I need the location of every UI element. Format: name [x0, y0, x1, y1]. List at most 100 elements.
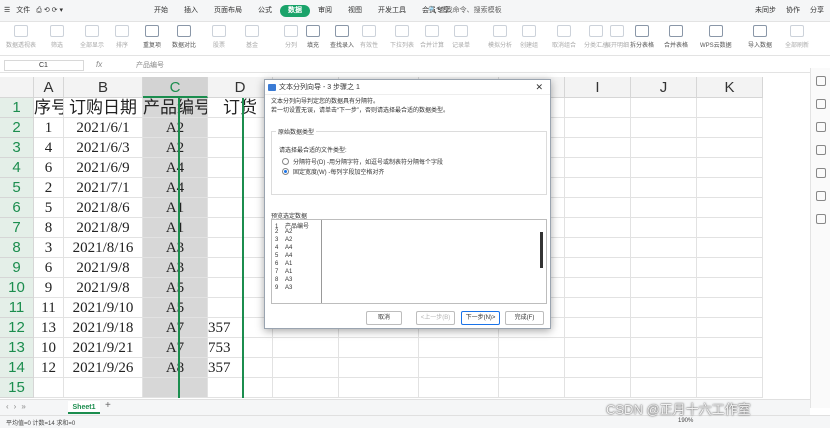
cell[interactable] — [697, 98, 763, 118]
cell[interactable]: 2021/6/9 — [64, 158, 143, 178]
ribbon-button-16[interactable]: 创建组 — [520, 25, 538, 49]
cell[interactable] — [631, 138, 697, 158]
cell[interactable]: 2021/8/9 — [64, 218, 143, 238]
ribbon-button-12[interactable]: 下拉列表 — [390, 25, 414, 49]
side-tool-icon[interactable] — [815, 122, 826, 132]
cell[interactable] — [64, 378, 143, 398]
cell[interactable]: 4 — [34, 138, 64, 158]
row-header-4[interactable]: 4 — [0, 158, 34, 178]
cell[interactable] — [697, 218, 763, 238]
ribbon-button-9[interactable]: 填充 — [306, 25, 320, 49]
cell[interactable] — [697, 138, 763, 158]
cell[interactable]: 1 — [34, 118, 64, 138]
cell[interactable]: 2021/7/1 — [64, 178, 143, 198]
row-header-15[interactable]: 15 — [0, 378, 34, 398]
cell[interactable] — [565, 158, 631, 178]
cell[interactable] — [631, 198, 697, 218]
cell[interactable] — [565, 178, 631, 198]
file-menu[interactable]: 文件 — [16, 5, 30, 15]
ribbon-button-5[interactable]: 数据对比 — [172, 25, 196, 49]
sheet-nav-arrows[interactable]: ‹›» — [6, 402, 31, 411]
cell[interactable] — [631, 258, 697, 278]
ribbon-button-24[interactable]: 全部刷新 — [785, 25, 809, 49]
ribbon-button-8[interactable]: 分列 — [284, 25, 298, 49]
cell[interactable]: 2021/8/6 — [64, 198, 143, 218]
cell[interactable] — [631, 218, 697, 238]
cell[interactable] — [631, 278, 697, 298]
side-tool-icon[interactable] — [815, 145, 826, 155]
cell[interactable] — [499, 358, 565, 378]
ribbon-button-10[interactable]: 查找录入 — [330, 25, 354, 49]
ribbon-button-1[interactable]: 筛选 — [50, 25, 64, 49]
cell[interactable] — [565, 118, 631, 138]
cell[interactable] — [631, 238, 697, 258]
cell[interactable]: 9 — [34, 278, 64, 298]
data-preview[interactable]: 1 产品编号 2 A2 3 A2 4 A4 5 A4 6 A1 7 A1 8 A3 9 A3 — [271, 219, 547, 304]
side-tool-icon[interactable] — [815, 214, 826, 224]
cell[interactable] — [631, 318, 697, 338]
row-header-3[interactable]: 3 — [0, 138, 34, 158]
cell[interactable]: 3 — [34, 238, 64, 258]
cell[interactable]: 订购日期 — [64, 98, 143, 118]
cell[interactable]: 2021/9/21 — [64, 338, 143, 358]
cell[interactable]: A5 — [143, 298, 208, 318]
cell[interactable] — [631, 98, 697, 118]
cell[interactable] — [565, 258, 631, 278]
ribbon-button-17[interactable]: 取消组合 — [552, 25, 576, 49]
cell[interactable]: A2 — [143, 138, 208, 158]
cell[interactable] — [565, 338, 631, 358]
cell[interactable]: 6 — [34, 258, 64, 278]
cell[interactable]: A3 — [143, 238, 208, 258]
cell[interactable]: 11 — [34, 298, 64, 318]
share-button[interactable]: 分享 — [810, 5, 824, 15]
cell[interactable] — [273, 378, 339, 398]
cell[interactable] — [697, 178, 763, 198]
cell[interactable] — [631, 118, 697, 138]
cell[interactable] — [273, 358, 339, 378]
column-header-C[interactable]: C — [143, 77, 208, 98]
cell[interactable]: 2021/9/26 — [64, 358, 143, 378]
cell[interactable] — [565, 298, 631, 318]
cell[interactable] — [565, 98, 631, 118]
cell[interactable] — [499, 338, 565, 358]
side-tool-icon[interactable] — [815, 99, 826, 109]
ribbon-button-15[interactable]: 模拟分析 — [488, 25, 512, 49]
tab-6[interactable]: 视图 — [340, 5, 370, 17]
cell[interactable]: A4 — [143, 178, 208, 198]
cell[interactable]: A1 — [143, 198, 208, 218]
ribbon-button-11[interactable]: 有效性 — [360, 25, 378, 49]
cell[interactable] — [697, 158, 763, 178]
row-header-1[interactable]: 1 — [0, 98, 34, 118]
radio-circle[interactable] — [282, 158, 289, 165]
back-button[interactable]: <上一步(B) — [416, 311, 455, 325]
row-header-6[interactable]: 6 — [0, 198, 34, 218]
cell[interactable] — [565, 238, 631, 258]
cell[interactable] — [565, 198, 631, 218]
cell[interactable]: 357 — [208, 358, 273, 378]
sheet-tab[interactable]: Sheet1 — [68, 401, 100, 414]
column-header-J[interactable]: J — [631, 77, 697, 98]
cell[interactable] — [697, 198, 763, 218]
cell[interactable]: 5 — [34, 198, 64, 218]
tab-7[interactable]: 开发工具 — [370, 5, 414, 17]
cell[interactable]: 6 — [34, 158, 64, 178]
cell[interactable] — [697, 238, 763, 258]
sync-status[interactable]: 未同步 — [755, 5, 776, 15]
row-header-8[interactable]: 8 — [0, 238, 34, 258]
cell[interactable] — [208, 378, 273, 398]
cell[interactable] — [697, 258, 763, 278]
cell[interactable]: A5 — [143, 278, 208, 298]
cell[interactable]: 2021/9/8 — [64, 278, 143, 298]
cell[interactable]: 2021/9/8 — [64, 258, 143, 278]
cell[interactable] — [697, 378, 763, 398]
cell[interactable] — [631, 378, 697, 398]
zoom-level[interactable]: 190% — [678, 418, 693, 424]
row-header-9[interactable]: 9 — [0, 258, 34, 278]
column-header-A[interactable]: A — [34, 77, 64, 98]
cell[interactable]: 8 — [34, 218, 64, 238]
cell[interactable]: 序号 — [34, 98, 64, 118]
cell[interactable] — [565, 218, 631, 238]
cell[interactable] — [631, 158, 697, 178]
cell[interactable] — [631, 298, 697, 318]
add-sheet-icon[interactable]: + — [105, 400, 111, 411]
